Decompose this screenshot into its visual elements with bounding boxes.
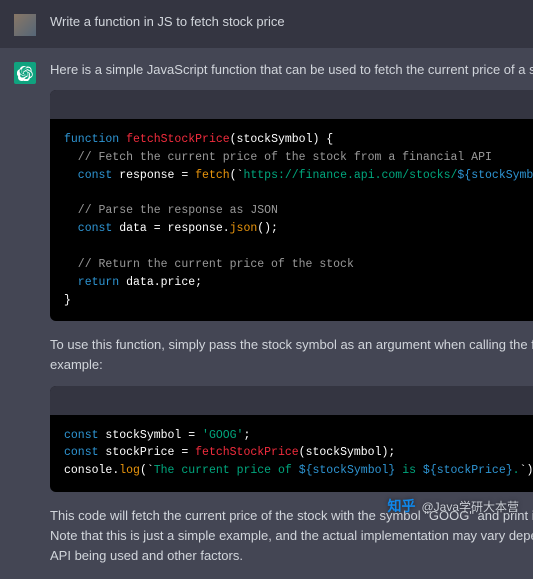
assistant-text-mid: To use this function, simply pass the st…: [50, 335, 533, 375]
copy-code-button-2[interactable]: Copy code: [50, 386, 533, 415]
user-message: Write a function in JS to fetch stock pr…: [0, 0, 533, 48]
watermark: 知乎 @Java学研大本营: [387, 496, 519, 516]
zhihu-logo: 知乎: [387, 496, 415, 516]
assistant-avatar: [14, 62, 36, 84]
watermark-handle: @Java学研大本营: [421, 498, 519, 515]
user-avatar: [14, 14, 36, 36]
code-body-2[interactable]: const stockSymbol = 'GOOG'; const stockP…: [50, 415, 533, 492]
user-text: Write a function in JS to fetch stock pr…: [50, 12, 519, 32]
assistant-content: Here is a simple JavaScript function tha…: [50, 60, 533, 567]
assistant-text-intro: Here is a simple JavaScript function tha…: [50, 60, 533, 80]
code-block-2: Copy code const stockSymbol = 'GOOG'; co…: [50, 386, 533, 492]
copy-code-button[interactable]: Copy code: [50, 90, 533, 119]
code-block-1: Copy code function fetchStockPrice(stock…: [50, 90, 533, 321]
code-body-1[interactable]: function fetchStockPrice(stockSymbol) { …: [50, 119, 533, 321]
